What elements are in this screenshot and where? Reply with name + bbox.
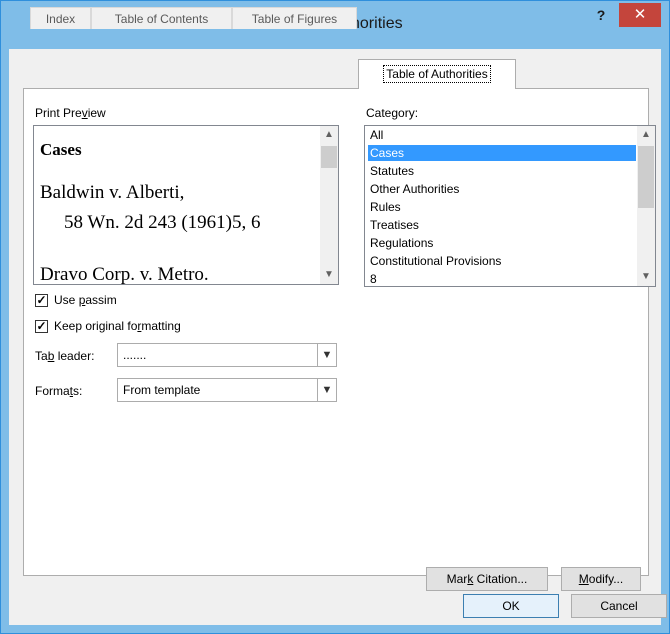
scroll-down-arrow-icon[interactable]: ▼ — [637, 268, 655, 286]
cancel-button[interactable]: Cancel — [571, 594, 667, 618]
preview-heading: Cases — [40, 140, 82, 159]
mark-citation-button[interactable]: Mark Citation... — [426, 567, 548, 591]
scroll-up-arrow-icon[interactable]: ▲ — [320, 126, 338, 144]
ok-button[interactable]: OK — [463, 594, 559, 618]
use-passim-checkbox[interactable]: ✓ — [35, 294, 48, 307]
modify-button[interactable]: Modify... — [561, 567, 641, 591]
help-button[interactable]: ? — [587, 3, 615, 27]
chevron-down-icon[interactable]: ▼ — [317, 344, 336, 366]
preview-line: 58 Wn. 2d 243 (1961)5, 6 — [64, 212, 261, 233]
scroll-thumb[interactable] — [321, 146, 337, 168]
scroll-down-arrow-icon[interactable]: ▼ — [320, 266, 338, 284]
formats-select[interactable]: From template ▼ — [117, 378, 337, 402]
table-of-authorities-dialog: Table of Authorities ? ✕ Index Table of … — [0, 0, 670, 634]
tab-index[interactable]: Index — [30, 7, 91, 29]
tab-table-of-contents[interactable]: Table of Contents — [91, 7, 232, 29]
category-item-cases[interactable]: Cases — [368, 145, 636, 161]
tab-table-of-figures[interactable]: Table of Figures — [232, 7, 357, 29]
scroll-up-arrow-icon[interactable]: ▲ — [637, 126, 655, 144]
keep-original-formatting-label[interactable]: Keep original formatting — [54, 319, 181, 333]
chevron-down-icon[interactable]: ▼ — [317, 379, 336, 401]
tab-leader-select[interactable]: ....... ▼ — [117, 343, 337, 367]
tab-table-of-authorities-label: Table of Authorities — [383, 65, 491, 83]
category-item-constitutional-provisions[interactable]: Constitutional Provisions — [368, 253, 501, 269]
category-item-statutes[interactable]: Statutes — [368, 163, 414, 179]
category-item-rules[interactable]: Rules — [368, 199, 401, 215]
tab-leader-value: ....... — [123, 348, 147, 362]
category-item-regulations[interactable]: Regulations — [368, 235, 433, 251]
formats-label: Formats: — [35, 384, 83, 398]
preview-line: Dravo Corp. v. Metro. — [40, 264, 209, 285]
tab-leader-label: Tab leader: — [35, 349, 95, 363]
print-preview-label: Print Preview — [35, 106, 106, 120]
close-button[interactable]: ✕ — [619, 3, 661, 27]
category-item-all[interactable]: All — [368, 127, 383, 143]
category-item-8[interactable]: 8 — [368, 271, 377, 286]
category-label: Category: — [366, 106, 419, 120]
formats-value: From template — [123, 383, 201, 397]
tab-table-of-authorities[interactable]: Table of Authorities — [358, 59, 516, 89]
category-listbox[interactable]: All Cases Statutes Other Authorities Rul… — [364, 125, 656, 287]
scroll-thumb[interactable] — [638, 146, 654, 208]
preview-scrollbar[interactable]: ▲ ▼ — [320, 126, 338, 284]
keep-original-formatting-checkbox[interactable]: ✓ — [35, 320, 48, 333]
category-item-other-authorities[interactable]: Other Authorities — [368, 181, 459, 197]
print-preview-box: Cases Baldwin v. Alberti, 58 Wn. 2d 243 … — [33, 125, 339, 285]
preview-line: Baldwin v. Alberti, — [40, 182, 185, 203]
use-passim-label[interactable]: Use passim — [54, 293, 117, 307]
category-scrollbar[interactable]: ▲ ▼ — [637, 126, 655, 286]
category-item-treatises[interactable]: Treatises — [368, 217, 419, 233]
